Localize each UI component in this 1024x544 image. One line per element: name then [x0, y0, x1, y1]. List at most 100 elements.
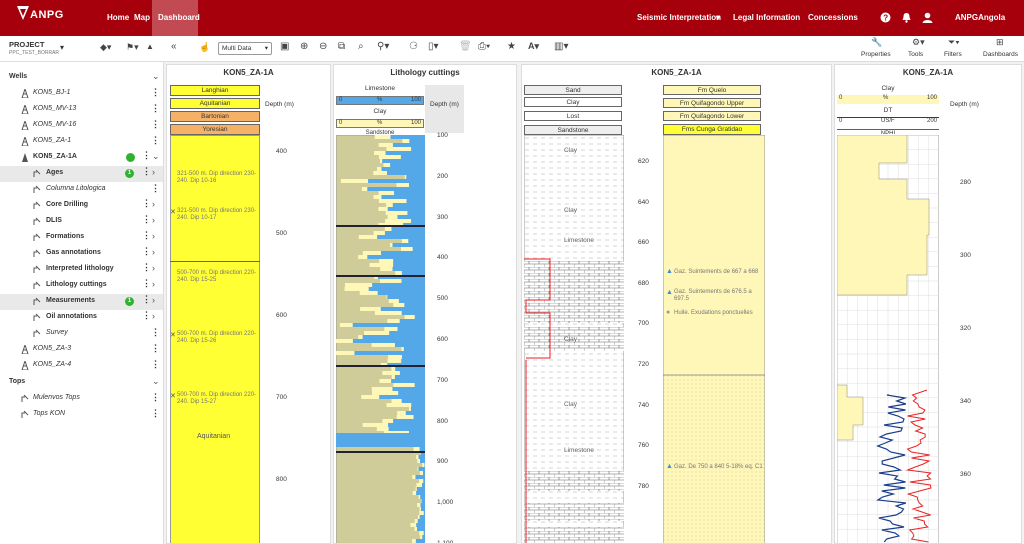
sidebar-item-kon5-za-3[interactable]: KON5_ZA-3 ⋮: [0, 342, 163, 358]
sidebar-item-lithology-cuttings[interactable]: Lithology cuttings ⋮ ›: [0, 278, 163, 294]
sidebar-item-measurements[interactable]: Measurements 1 ⋮ ›: [0, 294, 163, 310]
more-options-icon[interactable]: ⋮: [142, 246, 151, 257]
project-dropdown-icon[interactable]: ▾: [60, 43, 64, 52]
more-options-icon[interactable]: ⋮: [142, 278, 151, 289]
chevron-right-icon[interactable]: ›: [152, 167, 155, 177]
chevron-right-icon[interactable]: ›: [152, 311, 155, 321]
dashboards-icon[interactable]: ⊞: [996, 37, 1004, 48]
more-options-icon[interactable]: ⋮: [151, 183, 160, 194]
dip-annotation[interactable]: 321-500 m. Dip direction 230-240. Dip 10…: [177, 171, 257, 185]
rss-icon[interactable]: ⚆: [409, 41, 418, 52]
tops-section-header[interactable]: Tops ⌄: [0, 375, 163, 391]
chevron-down-icon[interactable]: ⌄: [152, 376, 160, 387]
nav-home[interactable]: Home: [107, 13, 129, 22]
gas-annotation[interactable]: Gaz. De 750 a 840 5-18% eq. C1: [674, 464, 764, 471]
sidebar-item-kon5-mv-13[interactable]: KON5_MV-13 ⋮: [0, 102, 163, 118]
chevron-down-icon[interactable]: ⌄: [152, 151, 160, 162]
sidebar-item-interpreted-lithology[interactable]: Interpreted lithology ⋮ ›: [0, 262, 163, 278]
chevron-right-icon[interactable]: ›: [152, 295, 155, 305]
nav-dashboard-active[interactable]: Dashboard: [152, 0, 200, 36]
more-options-icon[interactable]: ⋮: [142, 294, 151, 305]
properties-button[interactable]: Properties: [861, 51, 891, 58]
dip-annotation[interactable]: 321-500 m. Dip direction 230-240. Dip 10…: [177, 208, 257, 222]
layout-icon[interactable]: ▣: [280, 41, 289, 52]
wells-section-header[interactable]: Wells ⌄: [0, 70, 163, 86]
gas-annotation[interactable]: Gaz. Suintements de 676.5 a 697.5: [674, 289, 764, 303]
more-options-icon[interactable]: ⋮: [142, 214, 151, 225]
dashboards-button[interactable]: Dashboards: [983, 51, 1018, 58]
oil-annotation[interactable]: Huile. Exudations ponctuelles: [674, 310, 764, 317]
more-options-icon[interactable]: ⋮: [142, 198, 151, 209]
sidebar-item-mulenvos-tops[interactable]: Mulenvos Tops ⋮: [0, 391, 163, 407]
chevron-right-icon[interactable]: ›: [152, 247, 155, 257]
collapse-left-icon[interactable]: «: [171, 41, 177, 52]
user-name[interactable]: ANPGAngola: [955, 13, 1005, 22]
nav-concessions[interactable]: Concessions: [808, 13, 858, 22]
sidebar-item-kon5-mv-16[interactable]: KON5_MV-16 ⋮: [0, 118, 163, 134]
user-icon[interactable]: [922, 12, 933, 23]
more-options-icon[interactable]: ⋮: [151, 343, 160, 354]
more-options-icon[interactable]: ⋮: [151, 87, 160, 98]
sidebar-item-kon5-za-4[interactable]: KON5_ZA-4 ⋮: [0, 358, 163, 374]
sidebar-item-ages[interactable]: Ages 1 ⋮ ›: [0, 166, 163, 182]
zoom-fit-icon[interactable]: ⌕: [358, 41, 364, 52]
bookmark-icon[interactable]: ◆▾: [100, 42, 111, 53]
nav-legal-information[interactable]: Legal Information: [733, 13, 800, 22]
more-options-icon[interactable]: ⋮: [151, 359, 160, 370]
chevron-down-icon[interactable]: ⌄: [152, 71, 160, 82]
more-options-icon[interactable]: ⋮: [142, 310, 151, 321]
tools-button[interactable]: Tools: [908, 51, 923, 58]
properties-icon[interactable]: 🔧: [871, 37, 882, 48]
star-icon[interactable]: ★: [507, 41, 516, 52]
filters-button[interactable]: Filters: [944, 51, 962, 58]
bell-icon[interactable]: [901, 12, 912, 23]
nav-seismic-interpretation[interactable]: Seismic Interpretation: [637, 13, 721, 22]
sidebar-item-tops-kon[interactable]: Tops KON ⋮: [0, 407, 163, 423]
sidebar-item-survey[interactable]: Survey ⋮: [0, 326, 163, 342]
more-options-icon[interactable]: ⋮: [142, 150, 151, 161]
more-options-icon[interactable]: ⋮: [142, 230, 151, 241]
more-options-icon[interactable]: ⋮: [151, 119, 160, 130]
dip-annotation[interactable]: 500-700 m. Dip direction 220-240. Dip 15…: [177, 331, 257, 345]
dip-annotation[interactable]: 500-700 m. Dip direction 220-240. Dip 15…: [177, 392, 257, 406]
chevron-right-icon[interactable]: ›: [152, 231, 155, 241]
sidebar-item-dlis[interactable]: DLIS ⋮ ›: [0, 214, 163, 230]
chevron-right-icon[interactable]: ›: [152, 263, 155, 273]
more-options-icon[interactable]: ⋮: [151, 392, 160, 403]
chart-icon[interactable]: ▥▾: [554, 41, 568, 52]
help-icon[interactable]: ?: [880, 12, 891, 23]
text-format-icon[interactable]: A▾: [528, 41, 539, 52]
flag-icon[interactable]: ⚑▾: [126, 42, 139, 53]
print-icon[interactable]: ⎙▾: [478, 41, 490, 52]
nav-map[interactable]: Map: [134, 13, 150, 22]
sidebar-item-kon5-bj-1[interactable]: KON5_BJ-1 ⋮: [0, 86, 163, 102]
zoom-out-icon[interactable]: ⊖: [319, 41, 327, 52]
more-options-icon[interactable]: ⋮: [151, 408, 160, 419]
chevron-down-icon[interactable]: ▾: [716, 13, 720, 22]
view-select[interactable]: Multi Data ▾: [218, 42, 272, 55]
sidebar-item-gas-annotations[interactable]: Gas annotations ⋮ ›: [0, 246, 163, 262]
cursor-icon[interactable]: ☝: [199, 42, 210, 53]
sidebar-item-formations[interactable]: Formations ⋮ ›: [0, 230, 163, 246]
document-icon[interactable]: ▯▾: [428, 41, 439, 52]
chevron-right-icon[interactable]: ›: [152, 279, 155, 289]
brand-logo[interactable]: ANPG: [17, 6, 64, 21]
more-options-icon[interactable]: ⋮: [151, 327, 160, 338]
dip-annotation[interactable]: 500-700 m. Dip direction 220-240. Dip 15…: [177, 270, 257, 284]
chevron-right-icon[interactable]: ›: [152, 215, 155, 225]
sidebar-item-kon5-za-1[interactable]: KON5_ZA-1 ⋮: [0, 134, 163, 150]
search-icon[interactable]: ⚲▾: [377, 41, 389, 52]
chevron-right-icon[interactable]: ›: [152, 199, 155, 209]
filter-icon[interactable]: ⏷▾: [948, 37, 960, 48]
gas-annotation[interactable]: Gaz. Suintements de 667 a 668: [674, 269, 764, 276]
sidebar-item-oil-annotations[interactable]: Oil annotations ⋮ ›: [0, 310, 163, 326]
more-options-icon[interactable]: ⋮: [142, 166, 151, 177]
collapse-up-icon[interactable]: ▲: [146, 42, 154, 51]
copy-icon[interactable]: ⧉: [338, 41, 345, 52]
more-options-icon[interactable]: ⋮: [151, 103, 160, 114]
sidebar-item-core-drilling[interactable]: Core Drilling ⋮ ›: [0, 198, 163, 214]
more-options-icon[interactable]: ⋮: [142, 262, 151, 273]
sidebar-item-kon5-za-1a[interactable]: KON5_ZA-1A ⋮ ⌄: [0, 150, 163, 166]
sidebar-item-columna-litologica[interactable]: Columna Litologica ⋮: [0, 182, 163, 198]
zoom-in-icon[interactable]: ⊕: [300, 41, 308, 52]
